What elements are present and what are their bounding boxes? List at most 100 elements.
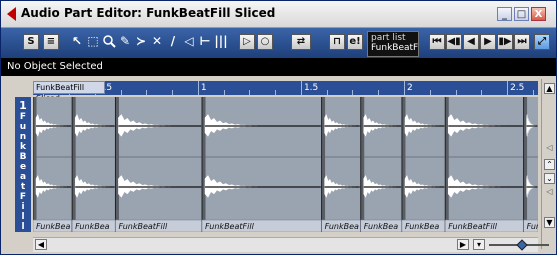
track-name-letter: a xyxy=(19,172,27,182)
slice-boundary xyxy=(72,97,76,220)
waveform-display[interactable]: FunkBea FunkBea FunkBeatFill FunkBeatFill Fu… xyxy=(32,97,541,233)
range-select-tool[interactable]: ⬚ xyxy=(85,34,101,50)
audio-slice[interactable]: FunkBea xyxy=(32,97,73,233)
part-list-label: part list xyxy=(371,33,406,43)
audio-slice[interactable]: FunkBeatFill xyxy=(201,97,322,233)
slice-boundary xyxy=(401,97,406,220)
audio-slice[interactable]: FunkBea xyxy=(360,97,403,233)
minimize-button[interactable]: _ xyxy=(497,7,512,21)
ruler-tick xyxy=(120,90,122,95)
goto-start-button[interactable]: ⏮ xyxy=(429,34,445,50)
zoom-in-vertical-icon[interactable]: ⌄ xyxy=(544,173,555,184)
track-name-letter: l xyxy=(21,212,25,222)
fade-handle-icon[interactable]: ◁ xyxy=(544,143,555,154)
time-warp-tool[interactable]: ||| xyxy=(213,34,229,50)
selection-status: No Object Selected xyxy=(7,61,103,72)
ruler-tick xyxy=(455,90,457,95)
zoom-slider[interactable] xyxy=(489,239,549,251)
goto-end-button[interactable]: ⏭ xyxy=(514,34,530,50)
draw-tool[interactable]: ✎ xyxy=(117,34,133,50)
horizontal-scrollbar[interactable]: ◀ ▶ ▾ xyxy=(33,237,549,252)
ruler[interactable]: 0.511.522.5 xyxy=(33,81,538,95)
slice-label: Fun xyxy=(527,222,538,231)
zoom-tool[interactable] xyxy=(101,34,117,50)
audio-slice[interactable]: FunkBea xyxy=(321,97,361,233)
scrub-tool[interactable]: ◁ xyxy=(181,34,197,50)
slice-label: FunkBeatFill xyxy=(118,222,168,231)
waveform-transient xyxy=(204,175,266,198)
title-bar[interactable]: Audio Part Editor: FunkBeatFill Sliced _… xyxy=(1,1,556,28)
solo-button[interactable]: S xyxy=(23,34,39,50)
track-name-letter: u xyxy=(19,122,27,132)
track-name-letter: F xyxy=(19,192,27,202)
slice-label: FunkBeatFill xyxy=(448,222,498,231)
audio-slice[interactable]: FunkBea xyxy=(71,97,116,233)
ruler-tick xyxy=(275,90,277,95)
loop-button[interactable]: ○ xyxy=(257,34,273,50)
maximize-button[interactable]: □ xyxy=(514,7,529,21)
zoom-menu-icon[interactable]: ▾ xyxy=(473,239,485,250)
slice-label: FunkBea xyxy=(325,222,359,231)
split-tool[interactable]: ⊢ xyxy=(197,34,213,50)
audio-slice[interactable]: FunkBeatFill xyxy=(114,97,203,233)
track-name-letter: B xyxy=(19,152,27,162)
ruler-label: 2.5 xyxy=(510,83,525,93)
ruler-tick xyxy=(429,90,431,95)
slice-boundary xyxy=(360,97,365,220)
prev-part-button[interactable]: ◀▮ xyxy=(446,34,462,50)
pencil-tool[interactable]: / xyxy=(165,34,181,50)
waveform-transient xyxy=(74,174,115,198)
edit-in-place-button[interactable]: e! xyxy=(347,34,363,50)
part-list-value: FunkBeatF xyxy=(371,43,419,53)
zoom-out-vertical-icon[interactable]: ⌃ xyxy=(544,159,555,170)
autoscroll-button[interactable]: ⇄ xyxy=(291,34,311,50)
waveform-transient xyxy=(526,175,538,198)
scroll-up-icon[interactable]: ▲ xyxy=(544,83,555,94)
ruler-tick xyxy=(507,81,509,95)
waveform-transient xyxy=(324,174,360,198)
scroll-left-icon[interactable]: ◀ xyxy=(35,239,47,250)
track-name-strip: 1 FunkBeatFill xyxy=(15,97,31,232)
ruler-label: 1 xyxy=(200,83,207,93)
show-info-button[interactable]: ≡ xyxy=(43,34,59,50)
ruler-tick xyxy=(352,90,354,95)
slice-label: FunkBea xyxy=(364,222,398,231)
slice-label: FunkBeatFill xyxy=(205,222,255,231)
vertical-scroll-panel: ▲ ◁ ⌃ ⌄ ◁ ▼ xyxy=(541,79,556,249)
slice-boundary xyxy=(33,97,37,220)
event-display[interactable]: FunkBea FunkBea FunkBeatFill FunkBeatFill Fu… xyxy=(32,97,541,233)
ruler-tick xyxy=(172,90,174,95)
audio-slice[interactable]: FunkBea xyxy=(401,97,446,233)
play-button[interactable]: ▷ xyxy=(239,34,255,50)
delete-tool[interactable]: ✕ xyxy=(149,34,165,50)
object-select-tool[interactable]: ↖ xyxy=(69,34,85,50)
next-part-button[interactable]: ▮▶ xyxy=(497,34,513,50)
cubase-logo-icon xyxy=(7,7,16,21)
window-title: Audio Part Editor: FunkBeatFill Sliced xyxy=(21,6,276,20)
snap-button[interactable]: ⊓ xyxy=(329,34,345,50)
ruler-label: 2 xyxy=(407,83,413,93)
ruler-tick xyxy=(223,90,225,95)
zoom-knob[interactable] xyxy=(515,239,528,251)
audio-part-editor-window: Audio Part Editor: FunkBeatFill Sliced _… xyxy=(0,0,557,255)
waveform-transient xyxy=(404,174,445,198)
window-layout-button[interactable]: ⤢ xyxy=(534,34,550,50)
close-button[interactable]: X xyxy=(531,7,546,21)
step-forward-button[interactable]: ▶ xyxy=(480,34,496,50)
ruler-tick xyxy=(197,81,199,95)
mute-tool[interactable]: ≻ xyxy=(133,34,149,50)
fade-handle-icon-2[interactable]: ◁ xyxy=(544,187,555,198)
ruler-tick xyxy=(481,90,483,95)
scroll-down-icon[interactable]: ▼ xyxy=(544,217,555,228)
slice-boundary xyxy=(445,97,449,220)
step-back-button[interactable]: ◀ xyxy=(463,34,479,50)
slice-boundary xyxy=(202,97,206,220)
ruler-tick xyxy=(300,81,302,95)
track-number: 1 xyxy=(19,99,27,112)
scroll-right-icon[interactable]: ▶ xyxy=(457,239,469,250)
audio-slice[interactable]: Fun xyxy=(523,97,541,233)
part-list-dropdown[interactable]: part list FunkBeatF xyxy=(367,31,419,57)
part-name-label: FunkBeatFill Sliced xyxy=(33,81,105,103)
slice-label: FunkBea xyxy=(405,222,439,231)
audio-slice[interactable]: FunkBeatFill xyxy=(444,97,524,233)
